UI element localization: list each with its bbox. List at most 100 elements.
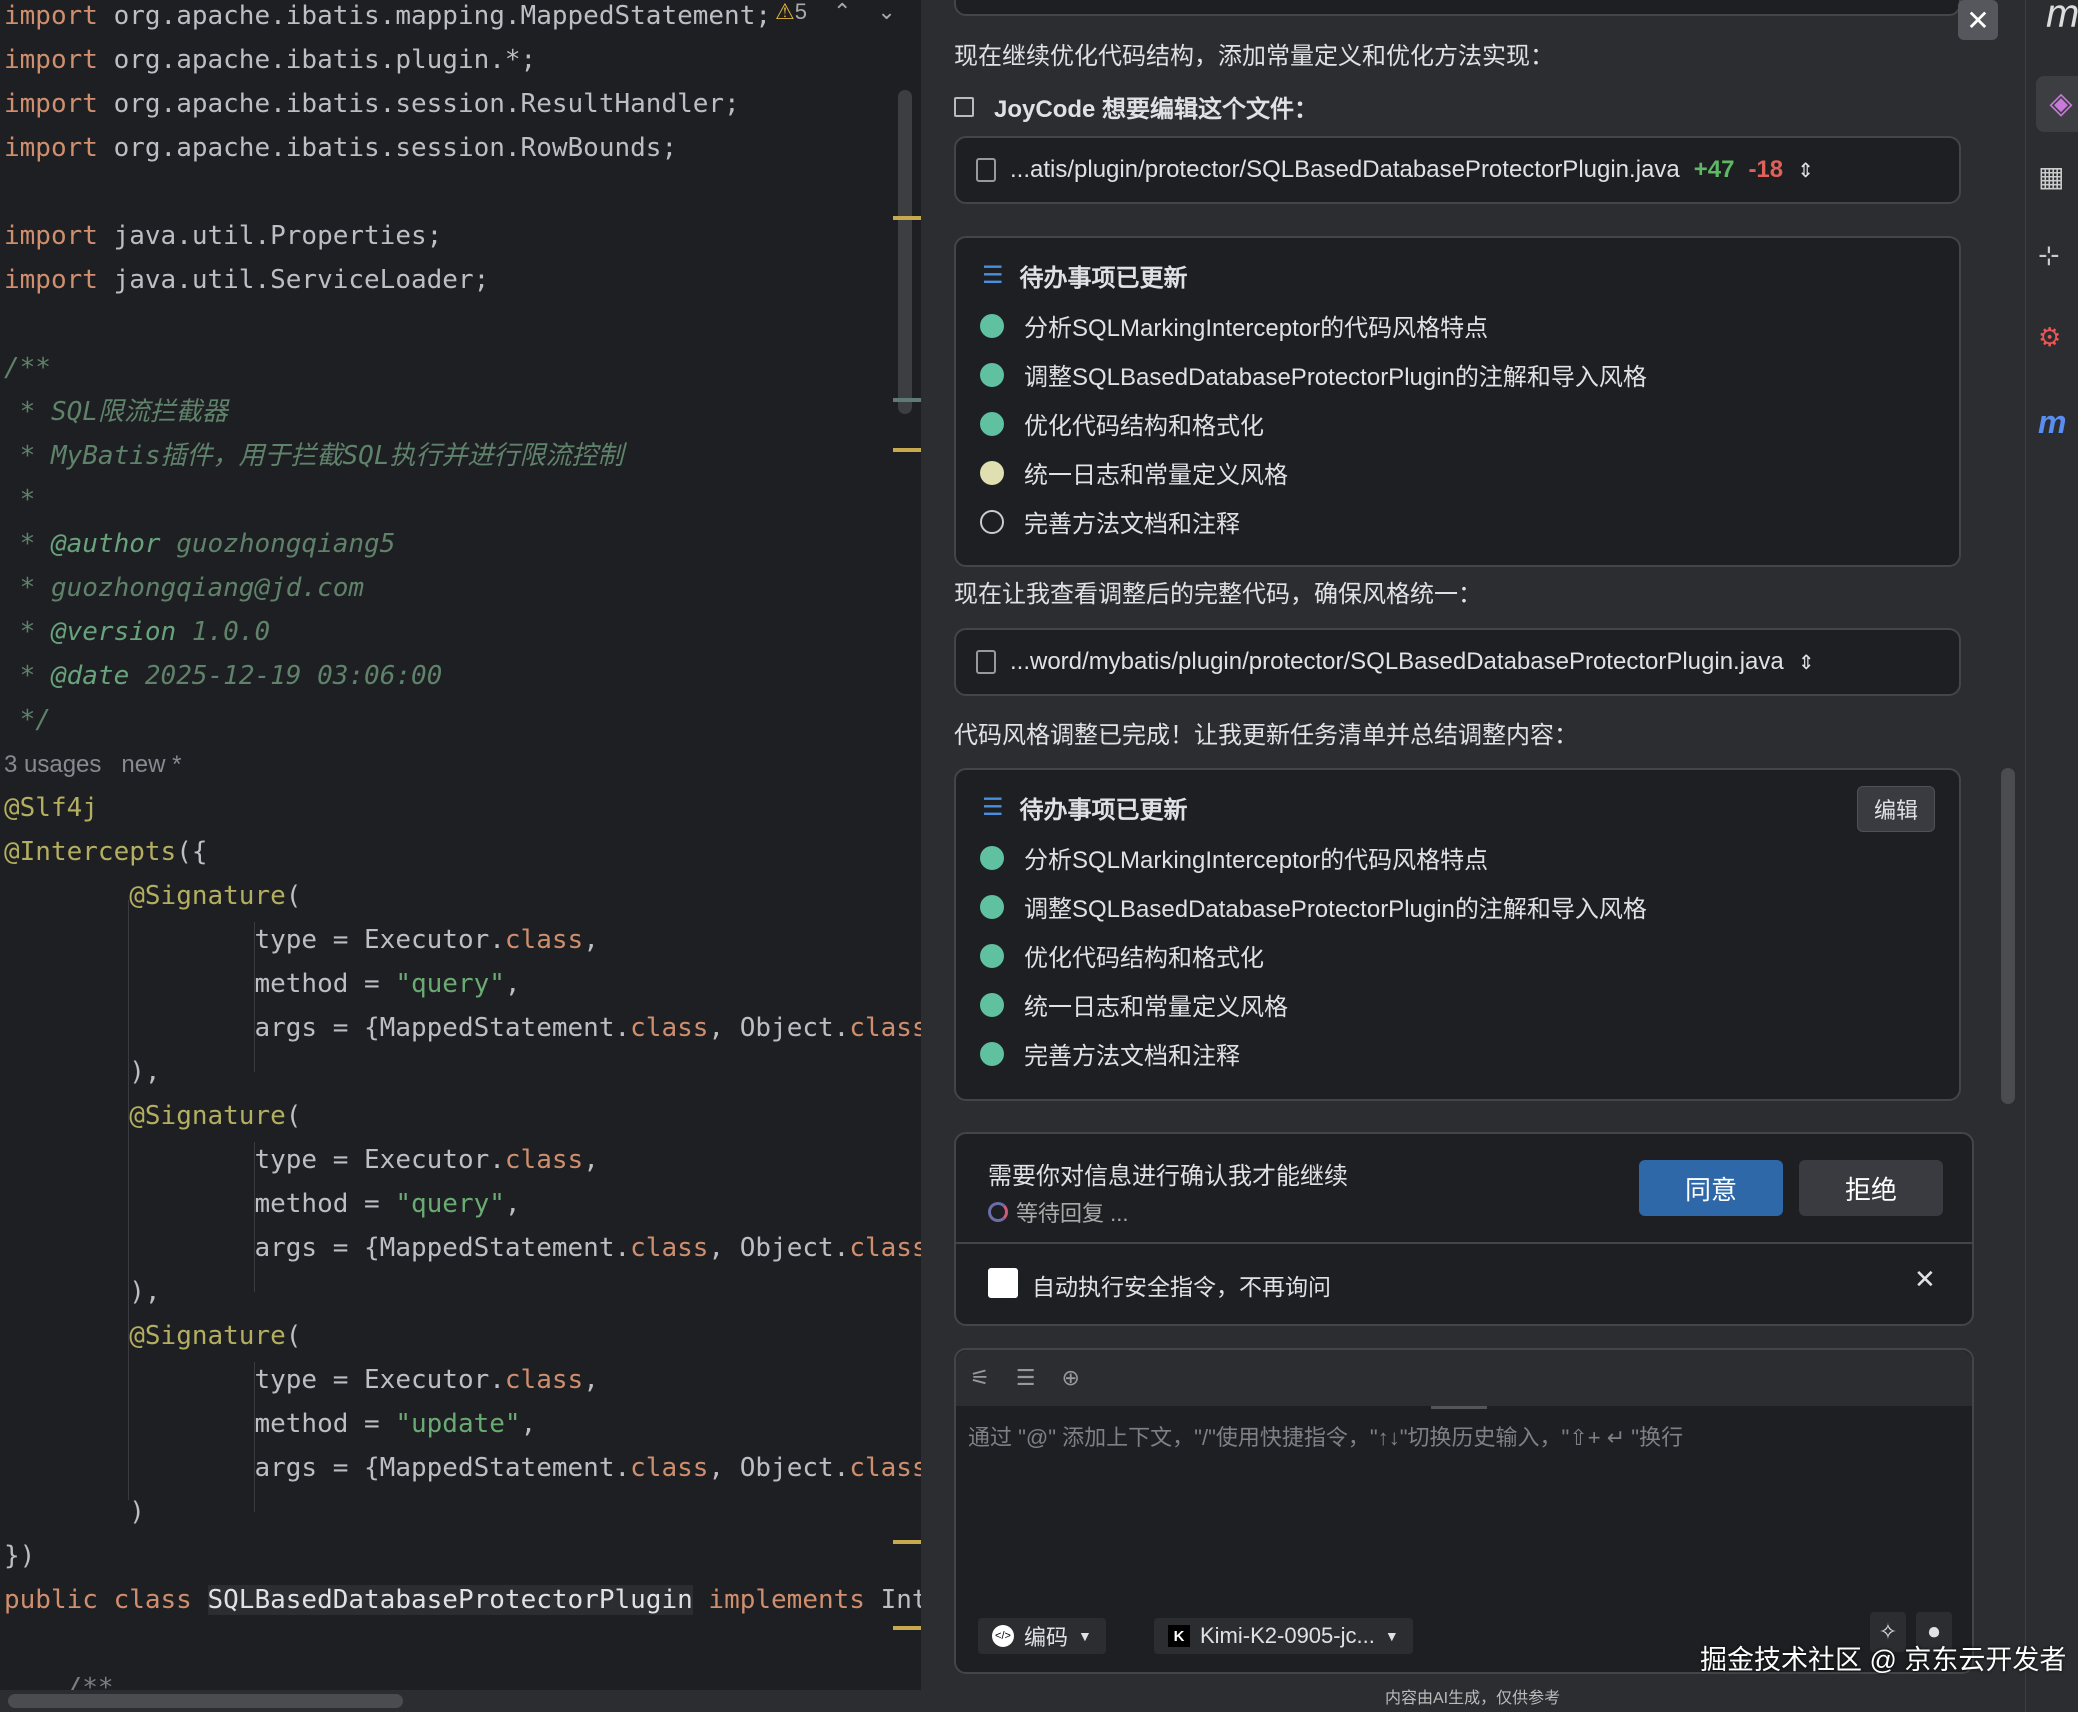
code-line[interactable] bbox=[4, 1622, 921, 1666]
code-line[interactable]: @Slf4j bbox=[4, 786, 921, 830]
code-line[interactable]: * @version 1.0.0 bbox=[4, 610, 921, 654]
code-token-doc: * bbox=[4, 661, 51, 691]
auto-execute-checkbox[interactable] bbox=[988, 1268, 1018, 1298]
warning-marker[interactable] bbox=[893, 1540, 921, 1544]
vertical-scrollbar[interactable] bbox=[898, 90, 912, 414]
code-line[interactable]: type = Executor.class, bbox=[4, 1138, 921, 1182]
code-line[interactable]: ) bbox=[4, 1490, 921, 1534]
file-view-card[interactable]: ...word/mybatis/plugin/protector/SQLBase… bbox=[954, 628, 1961, 696]
status-dot-icon bbox=[980, 943, 1004, 968]
file-path[interactable]: ...atis/plugin/protector/SQLBasedDatabas… bbox=[1010, 156, 1680, 184]
code-token-str: "query" bbox=[395, 1189, 505, 1219]
code-line[interactable]: ), bbox=[4, 1050, 921, 1094]
settings-sliders-icon[interactable]: ⚟ bbox=[970, 1365, 990, 1391]
code-token-tag: @author bbox=[50, 529, 161, 559]
code-content[interactable]: import org.apache.ibatis.mapping.MappedS… bbox=[4, 0, 921, 1710]
code-line[interactable]: @Intercepts({ bbox=[4, 830, 921, 874]
file-path[interactable]: ...word/mybatis/plugin/protector/SQLBase… bbox=[1010, 648, 1784, 676]
code-line[interactable] bbox=[4, 170, 921, 214]
warning-marker[interactable] bbox=[893, 448, 921, 452]
todo-label: 统一日志和常量定义风格 bbox=[1024, 994, 1288, 1021]
code-line[interactable] bbox=[4, 302, 921, 346]
mode-selector[interactable]: </> 编码 ▼ bbox=[978, 1618, 1106, 1654]
code-line[interactable]: */ bbox=[4, 698, 921, 742]
code-line[interactable]: type = Executor.class, bbox=[4, 1358, 921, 1402]
status-dot-icon bbox=[980, 411, 1004, 436]
code-line[interactable]: method = "update", bbox=[4, 1402, 921, 1446]
edit-todo-button[interactable]: 编辑 bbox=[1856, 786, 1935, 832]
marker[interactable] bbox=[893, 398, 921, 402]
agree-button[interactable]: 同意 bbox=[1639, 1160, 1783, 1216]
file-change-card[interactable]: ...atis/plugin/protector/SQLBasedDatabas… bbox=[954, 136, 1961, 204]
code-line[interactable]: @Signature( bbox=[4, 874, 921, 918]
code-line[interactable]: args = {MappedStatement.class, Object.cl… bbox=[4, 1446, 921, 1490]
mybatis-icon[interactable]: m bbox=[2038, 404, 2078, 444]
plugin-icon[interactable]: ⚙ bbox=[2038, 322, 2078, 362]
reject-button[interactable]: 拒绝 bbox=[1799, 1160, 1943, 1216]
code-line[interactable]: type = Executor.class, bbox=[4, 918, 921, 962]
code-line[interactable]: public class SQLBasedDatabaseProtectorPl… bbox=[4, 1578, 921, 1622]
diagram-icon[interactable]: ⊹ bbox=[2038, 240, 2078, 280]
code-line[interactable]: /** bbox=[4, 346, 921, 390]
todo-item: 完善方法文档和注释 bbox=[980, 504, 1240, 539]
chevron-down-icon[interactable]: ⌄ bbox=[877, 0, 895, 25]
todo-label: 调整SQLBasedDatabaseProtectorPlugin的注解和导入风… bbox=[1024, 364, 1647, 391]
code-token-pl: , bbox=[504, 969, 521, 999]
code-line[interactable]: args = {MappedStatement.class, Object.cl… bbox=[4, 1006, 921, 1050]
code-line[interactable]: ), bbox=[4, 1270, 921, 1314]
edit-request-header: JoyCode 想要编辑这个文件： bbox=[954, 89, 1318, 124]
resize-handle[interactable] bbox=[1431, 1406, 1487, 1409]
code-line[interactable]: import java.util.Properties; bbox=[4, 214, 921, 258]
code-line[interactable]: method = "query", bbox=[4, 962, 921, 1006]
code-token-pl: ( bbox=[285, 1321, 302, 1351]
code-line[interactable]: * SQL限流拦截器 bbox=[4, 390, 921, 434]
close-button[interactable]: ✕ bbox=[1958, 0, 1998, 40]
code-token-doc: 2025-12-19 03:06:00 bbox=[129, 661, 443, 691]
warning-marker[interactable] bbox=[893, 216, 921, 220]
code-line[interactable]: @Signature( bbox=[4, 1094, 921, 1138]
code-line[interactable]: import org.apache.ibatis.session.ResultH… bbox=[4, 82, 921, 126]
add-context-icon[interactable]: ⊕ bbox=[1061, 1365, 1079, 1391]
m-logo-icon[interactable]: m bbox=[2046, 0, 2078, 37]
code-line[interactable]: @Signature( bbox=[4, 1314, 921, 1358]
expand-icon[interactable]: ⇕ bbox=[1798, 650, 1815, 675]
code-token-kw: class bbox=[849, 1453, 921, 1483]
code-token-an: @Slf4j bbox=[4, 793, 98, 823]
chat-input[interactable]: 通过 "@" 添加上下文，"/"使用快捷指令，"↑↓"切换历史输入，"⇧+ ↵ … bbox=[968, 1420, 1683, 1452]
warning-marker[interactable] bbox=[893, 1626, 921, 1630]
chat-scrollbar[interactable] bbox=[2001, 768, 2015, 1104]
model-selector[interactable]: K Kimi-K2-0905-jc... ▼ bbox=[1154, 1618, 1413, 1654]
joycode-icon[interactable]: ◈ bbox=[2036, 76, 2078, 132]
code-token-pl: ), bbox=[4, 1057, 161, 1087]
code-editor[interactable]: import org.apache.ibatis.mapping.MappedS… bbox=[0, 0, 921, 1712]
horizontal-scrollbar[interactable] bbox=[8, 1694, 403, 1708]
code-token-kw: public class bbox=[4, 1585, 208, 1615]
spinner-icon bbox=[988, 1202, 1008, 1222]
code-line[interactable]: * @date 2025-12-19 03:06:00 bbox=[4, 654, 921, 698]
code-token-pl: method = bbox=[4, 1189, 396, 1219]
code-line[interactable]: import org.apache.ibatis.plugin.*; bbox=[4, 38, 921, 82]
code-token-hint[interactable]: 3 usages new * bbox=[4, 751, 181, 778]
code-line[interactable]: import org.apache.ibatis.session.RowBoun… bbox=[4, 126, 921, 170]
code-token-str: "query" bbox=[395, 969, 505, 999]
code-line[interactable]: * bbox=[4, 478, 921, 522]
code-line[interactable]: * guozhongqiang@jd.com bbox=[4, 566, 921, 610]
warning-icon[interactable]: ⚠5 bbox=[775, 0, 807, 25]
uml-icon[interactable]: ▦ bbox=[2038, 160, 2078, 200]
list-icon[interactable]: ☰ bbox=[1016, 1365, 1036, 1391]
code-token-kw: import bbox=[4, 89, 98, 119]
inspection-widget[interactable]: ⚠5 ⌃ ⌄ bbox=[775, 0, 896, 24]
dismiss-icon[interactable]: ✕ bbox=[1914, 1264, 1936, 1295]
code-line[interactable]: method = "query", bbox=[4, 1182, 921, 1226]
confirm-message: 需要你对信息进行确认我才能继续 bbox=[988, 1163, 1348, 1190]
code-line[interactable]: }) bbox=[4, 1534, 921, 1578]
watermark: 掘金技术社区 @ 京东云开发者 bbox=[1700, 1645, 2067, 1675]
code-line[interactable]: 3 usages new * bbox=[4, 742, 921, 786]
chevron-up-icon[interactable]: ⌃ bbox=[833, 0, 851, 25]
code-line[interactable]: * @author guozhongqiang5 bbox=[4, 522, 921, 566]
code-line[interactable]: * MyBatis插件，用于拦截SQL执行并进行限流控制 bbox=[4, 434, 921, 478]
code-line[interactable]: import java.util.ServiceLoader; bbox=[4, 258, 921, 302]
expand-icon[interactable]: ⇕ bbox=[1797, 158, 1814, 183]
code-line[interactable]: args = {MappedStatement.class, Object.cl… bbox=[4, 1226, 921, 1270]
